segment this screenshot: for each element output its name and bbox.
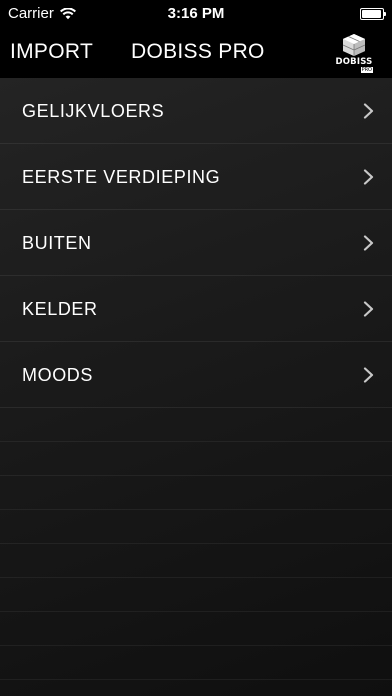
empty-row	[0, 408, 392, 442]
list-item-label: GELIJKVLOERS	[22, 101, 165, 121]
dobiss-logo-icon: DOBISS PRO	[333, 33, 375, 73]
list-item-label: MOODS	[22, 365, 94, 385]
list-item-moods[interactable]: MOODS	[0, 342, 392, 408]
status-time: 3:16 PM	[167, 5, 225, 22]
room-list: GELIJKVLOERS EERSTE VERDIEPING BUITEN KE…	[0, 78, 392, 680]
logo-text: DOBISS	[335, 57, 373, 67]
empty-row	[0, 544, 392, 578]
chevron-right-icon	[363, 235, 374, 251]
list-item-gelijkvloers[interactable]: GELIJKVLOERS	[0, 78, 392, 144]
list-item-eerste-verdieping[interactable]: EERSTE VERDIEPING	[0, 144, 392, 210]
logo-cube-icon	[342, 34, 366, 56]
logo-sub-text: PRO	[360, 67, 373, 73]
empty-row	[0, 476, 392, 510]
app-screen: Carrier 3:16 PM IMPORT DOBISS PRO DOBISS…	[0, 0, 392, 696]
list-item-kelder[interactable]: KELDER	[0, 276, 392, 342]
empty-row	[0, 612, 392, 646]
chevron-right-icon	[363, 301, 374, 317]
empty-row	[0, 510, 392, 544]
status-bar: Carrier 3:16 PM	[0, 0, 392, 28]
empty-row	[0, 442, 392, 476]
list-item-buiten[interactable]: BUITEN	[0, 210, 392, 276]
page-title: DOBISS PRO	[131, 40, 265, 63]
battery-icon	[360, 8, 386, 20]
chevron-right-icon	[363, 367, 374, 383]
list-item-label: EERSTE VERDIEPING	[22, 167, 221, 187]
chevron-right-icon	[363, 103, 374, 119]
empty-row	[0, 646, 392, 680]
import-button[interactable]: IMPORT	[10, 40, 93, 64]
list-item-label: BUITEN	[22, 233, 92, 253]
chevron-right-icon	[363, 169, 374, 185]
nav-bar: IMPORT DOBISS PRO DOBISS PRO	[0, 28, 392, 78]
list-item-label: KELDER	[22, 299, 98, 319]
empty-row	[0, 578, 392, 612]
